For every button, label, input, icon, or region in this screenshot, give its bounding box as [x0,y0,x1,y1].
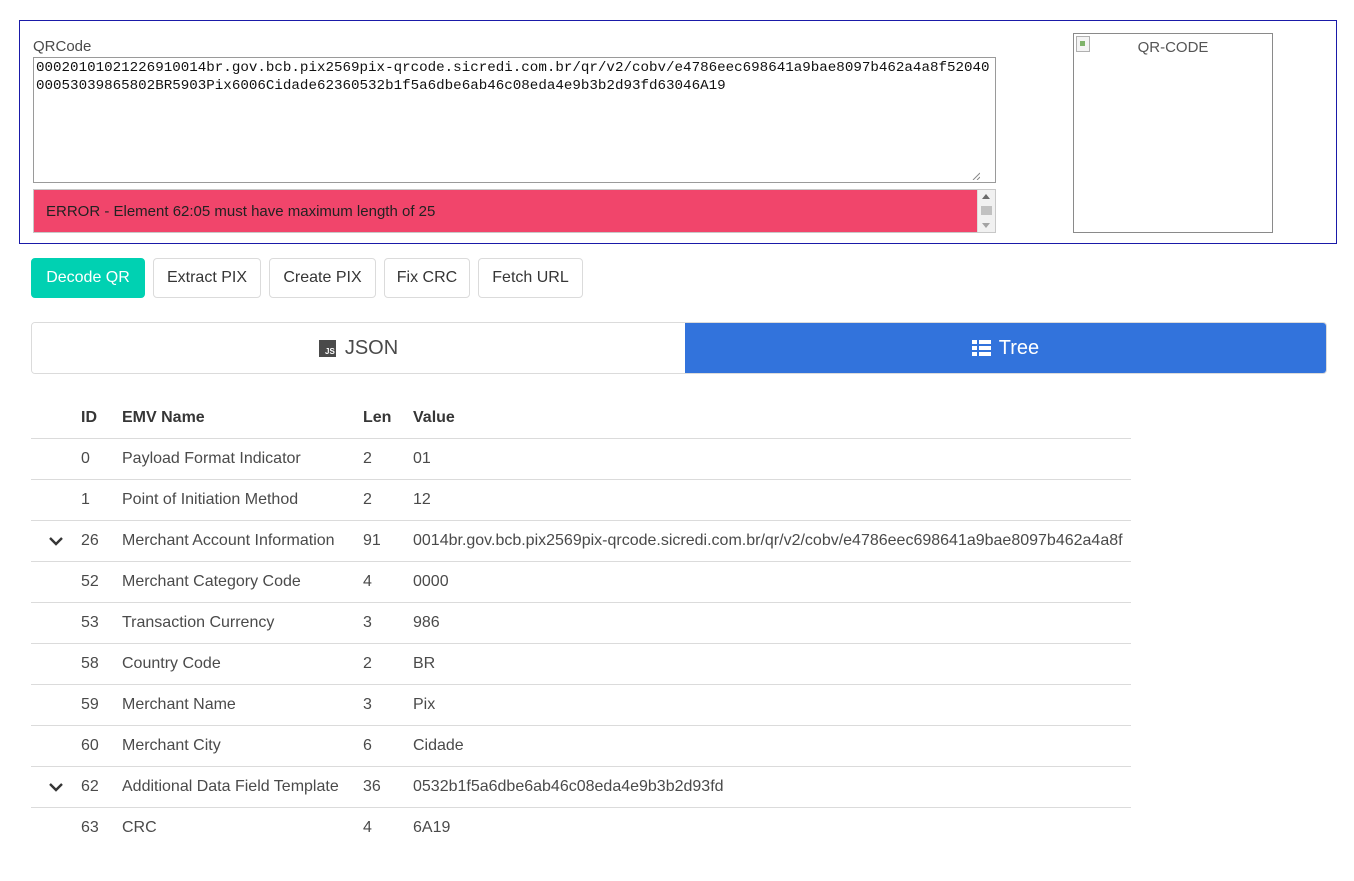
error-scrollbar[interactable] [977,190,995,232]
row-value: 0014br.gov.bcb.pix2569pix-qrcode.sicredi… [413,520,1131,562]
row-emv-name: Merchant Category Code [122,561,363,603]
row-value: 6A19 [413,819,451,836]
qr-code-alt-text: QR-CODE [1137,39,1209,56]
row-value: 12 [413,479,1131,521]
row-toggle-cell [31,725,81,767]
qrcode-textarea[interactable]: 00020101021226910014br.gov.bcb.pix2569pi… [33,57,996,183]
row-id: 60 [81,725,122,767]
tab-json[interactable]: JS JSON [32,323,685,373]
table-row: 63 CRC 4 6A19 [31,808,1131,849]
chevron-down-icon[interactable] [48,782,64,792]
len-column-header: Len [363,397,413,439]
table-row: 0 Payload Format Indicator 2 01 [31,438,1131,480]
row-id: 58 [81,643,122,685]
tab-json-label: JSON [344,336,399,359]
row-emv-name: Merchant Account Information [122,520,363,562]
row-value: BR [413,643,1131,685]
row-toggle-cell [31,602,81,644]
table-row: 59 Merchant Name 3 Pix [31,684,1131,726]
error-message-box: ERROR - Element 62:05 must have maximum … [33,189,996,233]
row-emv-name: Payload Format Indicator [122,438,363,480]
list-icon [971,340,991,356]
decode-qr-button[interactable]: Decode QR [31,258,145,298]
row-value: 0000 [413,561,1131,603]
row-len: 2 [363,479,413,521]
scroll-up-arrow-icon[interactable] [982,194,990,199]
table-row[interactable]: 62 Additional Data Field Template 36 0532b1… [31,766,1131,808]
row-id: 26 [81,520,122,562]
row-emv-name: Point of Initiation Method [122,479,363,521]
scroll-thumb[interactable] [981,206,992,215]
table-row: 58 Country Code 2 BR [31,643,1131,685]
view-tabs: JS JSON Tree [31,322,1327,374]
emv-name-column-header: EMV Name [122,397,363,439]
row-value: 986 [413,602,1131,644]
row-len: 91 [363,520,413,562]
id-column-header: ID [81,397,122,439]
qrcode-label: QRCode [33,38,92,55]
row-emv-name: Transaction Currency [122,602,363,644]
row-len: 36 [363,766,413,808]
row-toggle-cell [31,438,81,480]
row-len: 2 [363,643,413,685]
row-value: 01 [413,438,1131,480]
row-toggle-cell [31,684,81,726]
table-row[interactable]: 26 Merchant Account Information 91 0014br.g… [31,520,1131,562]
table-row: 53 Transaction Currency 3 986 [31,602,1131,644]
row-toggle-cell[interactable] [31,766,81,808]
row-len: 4 [363,819,372,836]
table-header-row: ID EMV Name Len Value [31,397,1131,439]
row-value: 0532b1f5a6dbe6ab46c08eda4e9b3b2d93fd [413,766,1131,808]
row-id: 0 [81,438,122,480]
fetch-url-button[interactable]: Fetch URL [478,258,583,298]
extract-pix-button[interactable]: Extract PIX [153,258,261,298]
resize-grip-icon[interactable] [972,172,980,180]
row-id: 63 [81,819,99,836]
tab-tree-label: Tree [998,336,1040,359]
row-len: 2 [363,438,413,480]
table-row: 1 Point of Initiation Method 2 12 [31,479,1131,521]
toggle-column-header [31,397,81,439]
row-id: 62 [81,766,122,808]
row-id: 53 [81,602,122,644]
row-toggle-cell [31,643,81,685]
row-emv-name: Country Code [122,643,363,685]
value-column-header: Value [413,397,1131,439]
row-emv-name: Merchant City [122,725,363,767]
chevron-down-icon[interactable] [48,536,64,546]
tab-tree[interactable]: Tree [685,323,1326,373]
qr-input-panel: QRCode 00020101021226910014br.gov.bcb.pi… [19,20,1337,244]
row-toggle-cell [31,808,81,849]
emv-tree-table: ID EMV Name Len Value 0 Payload Format In… [31,397,1131,848]
row-emv-name: CRC [122,819,157,836]
row-value: Cidade [413,725,1131,767]
fix-crc-button[interactable]: Fix CRC [384,258,470,298]
row-len: 3 [363,684,413,726]
qr-code-image: QR-CODE [1073,33,1273,233]
row-id: 59 [81,684,122,726]
scroll-down-arrow-icon[interactable] [982,223,990,228]
row-emv-name: Merchant Name [122,684,363,726]
row-toggle-cell[interactable] [31,520,81,562]
error-message: ERROR - Element 62:05 must have maximum … [46,203,436,220]
row-toggle-cell [31,561,81,603]
row-toggle-cell [31,479,81,521]
table-row: 60 Merchant City 6 Cidade [31,725,1131,767]
row-len: 4 [363,561,413,603]
row-id: 1 [81,479,122,521]
row-len: 3 [363,602,413,644]
row-emv-name: Additional Data Field Template [122,766,363,808]
row-len: 6 [363,725,413,767]
table-row: 52 Merchant Category Code 4 0000 [31,561,1131,603]
js-icon: JS [318,339,336,357]
row-id: 52 [81,561,122,603]
create-pix-button[interactable]: Create PIX [269,258,376,298]
row-value: Pix [413,684,1131,726]
